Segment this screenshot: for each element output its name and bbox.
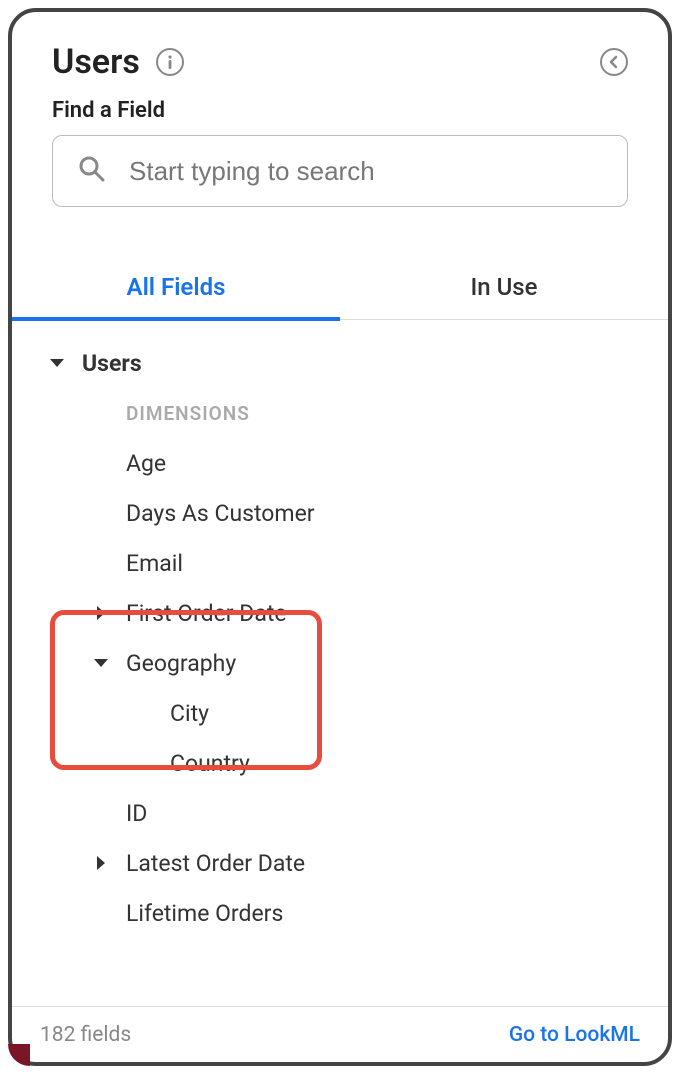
field-latest-order-date[interactable]: Latest Order Date [42, 838, 638, 888]
field-age[interactable]: Age [42, 438, 638, 488]
field-first-order-date[interactable]: First Order Date [42, 588, 638, 638]
tabs: All Fields In Use [12, 255, 668, 320]
field-lifetime-orders[interactable]: Lifetime Orders [42, 888, 638, 938]
go-to-lookml-link[interactable]: Go to LookML [509, 1023, 640, 1047]
field-count: 182 fields [40, 1023, 131, 1047]
field-city[interactable]: City [42, 688, 638, 738]
corner-badge [8, 1044, 30, 1066]
chevron-right-icon [86, 606, 116, 620]
page-title: Users [52, 42, 140, 82]
collapse-panel-icon[interactable] [600, 48, 628, 76]
field-days-as-customer[interactable]: Days As Customer [42, 488, 638, 538]
field-id[interactable]: ID [42, 788, 638, 838]
field-geography[interactable]: Geography [42, 638, 638, 688]
search-box[interactable] [52, 135, 628, 207]
chevron-down-icon [42, 359, 72, 367]
field-country[interactable]: Country [42, 738, 638, 788]
field-tree: Users Dimensions Age Days As Customer Em… [12, 320, 668, 1006]
chevron-down-icon [86, 659, 116, 667]
view-label: Users [72, 350, 142, 377]
tab-all-fields[interactable]: All Fields [12, 255, 340, 319]
search-label: Find a Field [52, 98, 628, 123]
view-users[interactable]: Users [42, 338, 638, 388]
search-icon [77, 154, 107, 188]
chevron-right-icon [86, 856, 116, 870]
tab-in-use[interactable]: In Use [340, 255, 668, 319]
section-dimensions: Dimensions [42, 388, 638, 438]
footer: 182 fields Go to LookML [12, 1006, 668, 1062]
search-input[interactable] [127, 155, 603, 188]
field-email[interactable]: Email [42, 538, 638, 588]
info-icon[interactable] [156, 48, 184, 76]
